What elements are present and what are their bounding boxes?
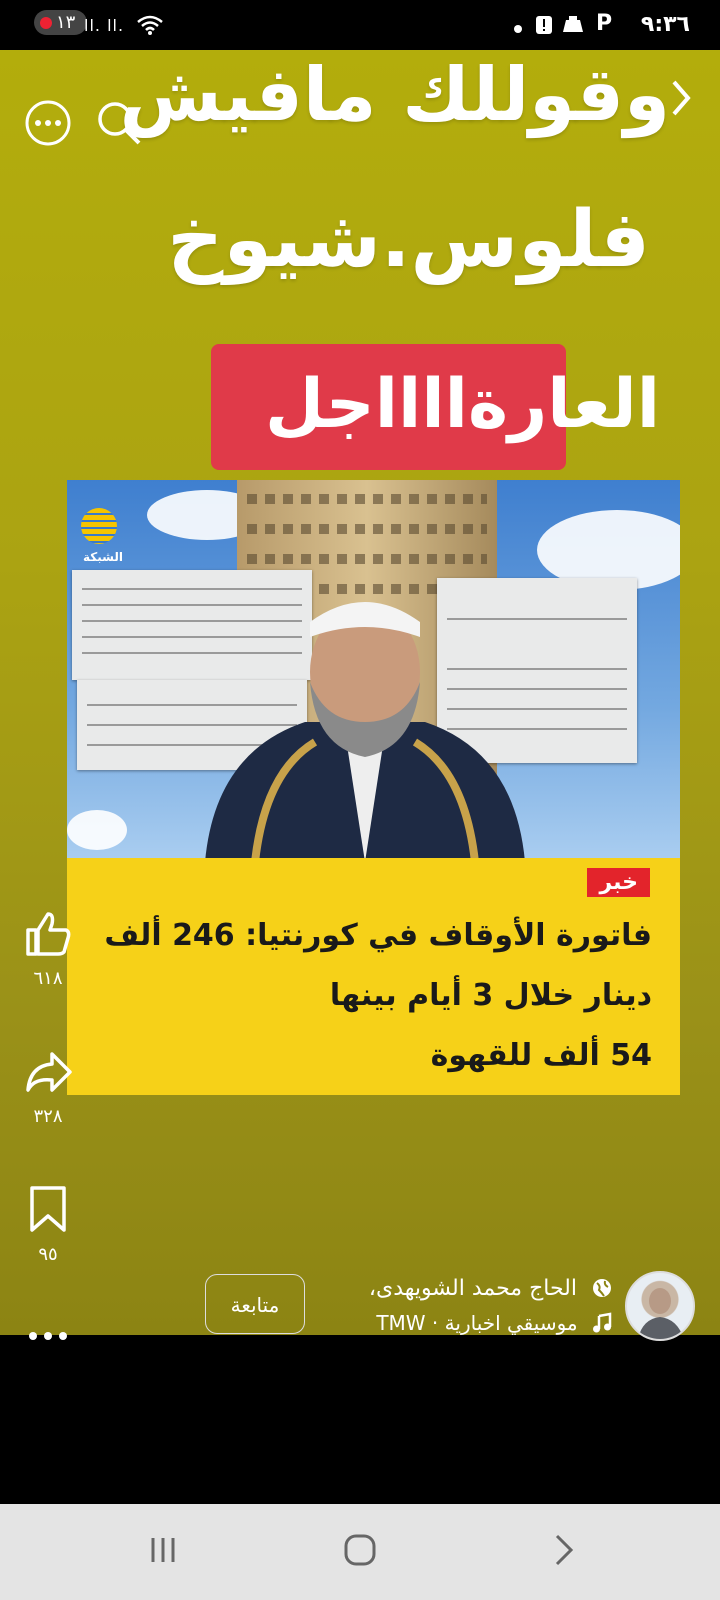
music-note-icon — [578, 1311, 612, 1335]
like-button[interactable]: ٦١٨ — [18, 910, 78, 989]
globe-icon — [577, 1276, 612, 1301]
search-icon — [98, 102, 141, 145]
app-icon — [560, 14, 586, 41]
search-button[interactable] — [96, 100, 142, 150]
headline-line: دينار خلال 3 أيام بينها — [329, 978, 652, 1013]
notification-badge: ١٣ — [34, 10, 88, 35]
reel-title-line2: فلوس.شيوخ — [167, 195, 650, 285]
speaker-photo — [205, 602, 525, 862]
network-logo-icon — [81, 508, 117, 544]
parking-icon: P — [596, 11, 613, 36]
network-brand: الشبكة — [83, 550, 123, 564]
share-count: ٣٢٨ — [33, 1106, 63, 1127]
like-count: ٦١٨ — [33, 968, 63, 989]
thumbs-up-icon — [26, 912, 71, 956]
status-bar: ١٣ ll. ll. P ٩:٣٦ — [0, 0, 720, 50]
news-tag: خبر — [587, 868, 650, 897]
back-button[interactable] — [668, 76, 694, 124]
author-avatar[interactable] — [625, 1271, 695, 1341]
save-count: ٩٥ — [38, 1244, 58, 1265]
more-options-button[interactable] — [24, 99, 72, 151]
author-name-row[interactable]: الحاج محمد الشويهدى، — [369, 1276, 612, 1301]
reel-title-line1: وقوللك مافيش — [119, 52, 670, 138]
follow-button[interactable]: متابعة — [205, 1274, 305, 1334]
wifi-icon — [136, 14, 164, 41]
system-navigation-bar — [0, 1504, 720, 1600]
back-nav-button[interactable] — [545, 1532, 581, 1572]
news-headline: فاتورة الأوقاف في كورنتيا: 246 ألف دينار… — [92, 906, 652, 1086]
home-button[interactable] — [342, 1532, 378, 1572]
signal-icon: ll. ll. — [84, 16, 125, 35]
share-button[interactable]: ٣٢٨ — [18, 1048, 78, 1127]
chevron-right-icon — [672, 80, 691, 116]
share-arrow-icon — [26, 1052, 72, 1092]
music-row[interactable]: موسيقي اخبارية · TMW — [376, 1311, 612, 1335]
dot-icon — [513, 18, 523, 39]
music-label: موسيقي اخبارية · TMW — [376, 1311, 578, 1335]
save-button[interactable]: ٩٥ — [18, 1184, 78, 1265]
headline-line: 54 ألف للقهوة — [430, 1038, 652, 1073]
reel-video[interactable]: وقوللك مافيش فلوس.شيوخ العارةااااجل الشب… — [0, 50, 720, 1335]
recent-apps-icon — [151, 1538, 175, 1562]
more-dots-icon — [29, 1332, 67, 1340]
author-name: الحاج محمد الشويهدى، — [368, 1276, 577, 1301]
news-image: الشبكة خبر فاتورة الأوقاف في كورنتيا: 24… — [67, 480, 680, 1095]
urgent-banner-text: العارةااااجل — [265, 365, 660, 444]
more-horizontal-icon — [25, 100, 71, 146]
more-actions-button[interactable] — [28, 1318, 68, 1348]
recent-apps-button[interactable] — [145, 1532, 181, 1572]
bookmark-icon — [30, 1186, 66, 1232]
chevron-right-icon — [555, 1534, 574, 1566]
home-icon — [344, 1534, 376, 1566]
headline-line: فاتورة الأوقاف في كورنتيا: 246 ألف — [104, 918, 652, 953]
clock: ٩:٣٦ — [640, 12, 690, 37]
alert-icon — [534, 14, 554, 41]
cloud — [67, 810, 127, 850]
